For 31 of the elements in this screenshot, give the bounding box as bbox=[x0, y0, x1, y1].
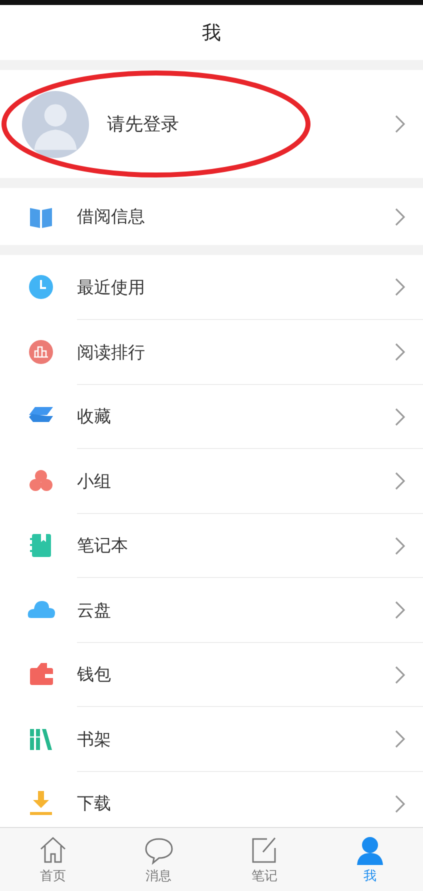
menu-item[interactable]: 书架 bbox=[0, 706, 423, 771]
chevron-icon bbox=[395, 472, 405, 490]
home-icon bbox=[38, 834, 68, 864]
chevron-icon bbox=[395, 536, 405, 555]
menu-item[interactable]: 钱包 bbox=[0, 642, 423, 706]
chevron-icon bbox=[395, 115, 405, 133]
chevron-icon bbox=[395, 730, 405, 748]
chevron-icon bbox=[395, 408, 405, 426]
chevron-icon bbox=[395, 794, 405, 813]
page-title: 我 bbox=[202, 20, 221, 46]
chevron-icon bbox=[395, 208, 405, 226]
tab[interactable]: 消息 bbox=[106, 828, 212, 891]
tab[interactable]: 首页 bbox=[0, 828, 106, 891]
chevron-icon bbox=[395, 601, 405, 620]
chevron-icon bbox=[395, 278, 405, 296]
chevron-icon bbox=[395, 343, 405, 362]
clock-icon bbox=[27, 273, 55, 302]
chart-icon bbox=[27, 338, 55, 366]
menu-item[interactable]: 小组 bbox=[0, 448, 423, 513]
chevron-icon bbox=[395, 666, 405, 684]
person-icon bbox=[355, 834, 386, 864]
menu-item[interactable]: 云盘 bbox=[0, 578, 423, 642]
menu-item[interactable]: 笔记本 bbox=[0, 513, 423, 578]
menu-item[interactable]: 借阅信息 bbox=[0, 188, 423, 245]
download-icon bbox=[27, 789, 55, 818]
menu-item[interactable]: 收藏 bbox=[0, 384, 423, 448]
menu-item[interactable]: 阅读排行 bbox=[0, 320, 423, 384]
tab[interactable]: 笔记 bbox=[212, 828, 318, 891]
login-row[interactable]: 请先登录 bbox=[0, 70, 423, 178]
menu-item[interactable]: 最近使用 bbox=[0, 255, 423, 320]
avatar-icon bbox=[22, 90, 89, 158]
